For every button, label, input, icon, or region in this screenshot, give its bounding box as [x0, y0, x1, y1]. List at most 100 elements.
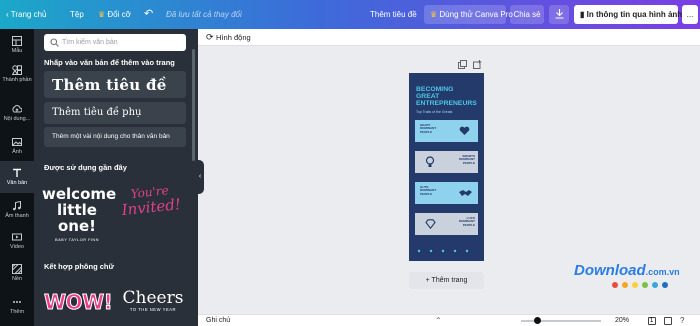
zoom-level[interactable]: 20% — [615, 315, 629, 326]
handshake-icon — [459, 190, 472, 196]
text-panel: Tìm kiếm văn bản Nhấp vào văn bản để thê… — [34, 29, 198, 326]
try-pro-label: Dùng thử Canva Pro — [439, 10, 513, 19]
download-icon — [555, 9, 563, 19]
resize-button[interactable]: ♛ Đổi cỡ — [98, 0, 131, 29]
design-section-label: HEART DOMINANT PEOPLE — [420, 123, 437, 134]
print-label: In thông tin qua hình ảnh — [586, 10, 683, 19]
template-text: BABY TAYLOR FINN — [55, 237, 99, 242]
top-toolbar: ‹ Trang chủ Tệp ♛ Đổi cỡ ↶ Đã lưu tất cả… — [0, 0, 700, 29]
add-page-button[interactable]: + Thêm trang — [409, 272, 484, 289]
bottom-bar: Ghi chú ⌃ 20% 1 ? — [198, 314, 700, 326]
add-title-field[interactable]: Thêm tiêu đề — [370, 0, 417, 29]
design-section-label: LUCK DOMINANT PEOPLE — [458, 216, 475, 227]
file-menu-button[interactable]: Tệp — [70, 0, 84, 29]
template-text: welcome — [42, 185, 117, 203]
rail-label: Nội dung... — [3, 116, 31, 122]
more-options-button[interactable]: ... — [682, 5, 698, 24]
resize-label: Đổi cỡ — [107, 10, 131, 19]
download-button[interactable] — [549, 5, 569, 24]
add-heading-label: Thêm tiêu đề — [52, 76, 167, 94]
template-text: Cheers — [122, 288, 184, 308]
chart-icon: ▮ — [580, 10, 587, 19]
lightbulb-icon — [425, 156, 435, 167]
more-icon — [13, 301, 21, 303]
design-section: GUTS DOMINANT PEOPLE — [415, 182, 478, 204]
design-section: SMARTS DOMINANT PEOPLE — [415, 151, 478, 173]
click-to-add-heading: Nhấp vào văn bản để thêm vào trang — [44, 58, 175, 67]
template-cheers[interactable]: Cheers TO THE NEW YEAR — [118, 284, 188, 326]
fullscreen-icon[interactable] — [664, 317, 672, 325]
template-welcome-little-one[interactable]: welcome little one! BABY TAYLOR FINN — [42, 179, 117, 263]
home-label: Trang chủ — [10, 10, 47, 19]
template-youre-invited[interactable]: You're Invited! — [114, 182, 192, 267]
design-title: BECOMING GREAT ENTREPRENEURS — [416, 86, 477, 108]
home-button[interactable]: ‹ Trang chủ — [6, 0, 46, 29]
add-subheading-button[interactable]: Thêm tiêu đề phụ — [44, 102, 186, 124]
rail-label: Thành phần — [2, 77, 32, 83]
collapse-panel-button[interactable]: ‹ — [196, 160, 204, 194]
crown-icon: ♛ — [430, 10, 440, 19]
download-watermark: Download.com.vn — [574, 262, 692, 292]
rail-item-more[interactable]: Thêm — [0, 290, 34, 326]
music-icon — [13, 201, 21, 211]
watermark-dot — [642, 282, 648, 288]
design-subtitle: Top Traits of the Greats — [416, 110, 453, 114]
share-button[interactable]: Chia sẻ — [510, 5, 544, 24]
try-pro-button[interactable]: ♛ Dùng thử Canva Pro — [424, 5, 513, 24]
animation-label: Hình động — [216, 33, 251, 42]
search-input[interactable]: Tìm kiếm văn bản — [44, 34, 186, 51]
template-wow[interactable]: WOW! — [44, 284, 114, 324]
font-combos-heading: Kết hợp phông chữ — [44, 262, 114, 271]
watermark-suffix: .com.vn — [645, 267, 680, 277]
heart-icon — [459, 126, 470, 135]
add-body-label: Thêm một vài nội dung cho thân văn bản — [52, 133, 170, 140]
left-rail: Mẫu Thành phần Nội dung... Ảnh Văn bản Â… — [0, 29, 34, 326]
watermark-dot — [612, 282, 618, 288]
rail-label: Mẫu — [11, 48, 23, 54]
watermark-dot — [622, 282, 628, 288]
add-page-icon[interactable] — [473, 60, 482, 71]
page-count: 1 — [650, 318, 654, 324]
chevron-left-icon: ‹ — [198, 173, 202, 180]
design-section-label: GUTS DOMINANT PEOPLE — [420, 185, 437, 196]
search-icon — [50, 38, 59, 47]
template-text: little one! — [57, 201, 97, 235]
watermark-dot — [632, 282, 638, 288]
notes-button[interactable]: Ghi chú — [206, 315, 230, 326]
add-heading-button[interactable]: Thêm tiêu đề — [44, 71, 186, 98]
video-icon — [12, 233, 22, 241]
rail-item-text[interactable]: Văn bản — [0, 161, 34, 193]
rail-label: Văn bản — [6, 180, 28, 186]
add-body-text-button[interactable]: Thêm một vài nội dung cho thân văn bản — [44, 127, 186, 147]
watermark-text: Download.com.vn — [574, 262, 680, 279]
chevron-up-icon[interactable]: ⌃ — [435, 316, 442, 325]
rail-item-elements[interactable]: Thành phần — [0, 58, 34, 96]
design-section: HEART DOMINANT PEOPLE — [415, 120, 478, 142]
saved-status: Đã lưu tất cả thay đổi — [166, 10, 242, 19]
rail-label: Nền — [11, 276, 23, 282]
print-infographic-button[interactable]: ▮ In thông tin qua hình ảnh — [574, 5, 682, 24]
rail-label: Âm thanh — [5, 213, 29, 219]
zoom-slider-handle[interactable] — [533, 317, 541, 324]
animation-icon: ⟳ — [206, 32, 217, 42]
rail-label: Thêm — [9, 309, 25, 315]
background-icon — [12, 264, 22, 274]
elements-icon — [12, 65, 22, 75]
editor-subtoolbar: ⟳ Hình động — [198, 29, 700, 46]
upload-icon — [12, 105, 22, 113]
duplicate-page-icon[interactable] — [458, 60, 467, 71]
infographic-page[interactable]: BECOMING GREAT ENTREPRENEURS Top Traits … — [409, 73, 484, 261]
rail-label: Ảnh — [12, 149, 22, 155]
recently-used-heading: Được sử dụng gần đây — [44, 163, 127, 172]
animation-button[interactable]: ⟳ Hình động — [206, 29, 251, 46]
watermark-dot — [652, 282, 658, 288]
design-section: LUCK DOMINANT PEOPLE — [415, 213, 478, 235]
template-text: WOW! — [44, 290, 114, 315]
undo-icon[interactable]: ↶ — [144, 0, 153, 29]
page-count-button[interactable]: 1 — [648, 317, 656, 325]
watermark-dot — [662, 282, 668, 288]
add-subheading-label: Thêm tiêu đề phụ — [52, 107, 142, 118]
photo-icon — [12, 138, 22, 146]
panel-scrollbar[interactable] — [192, 49, 195, 161]
help-icon[interactable]: ? — [680, 315, 684, 326]
